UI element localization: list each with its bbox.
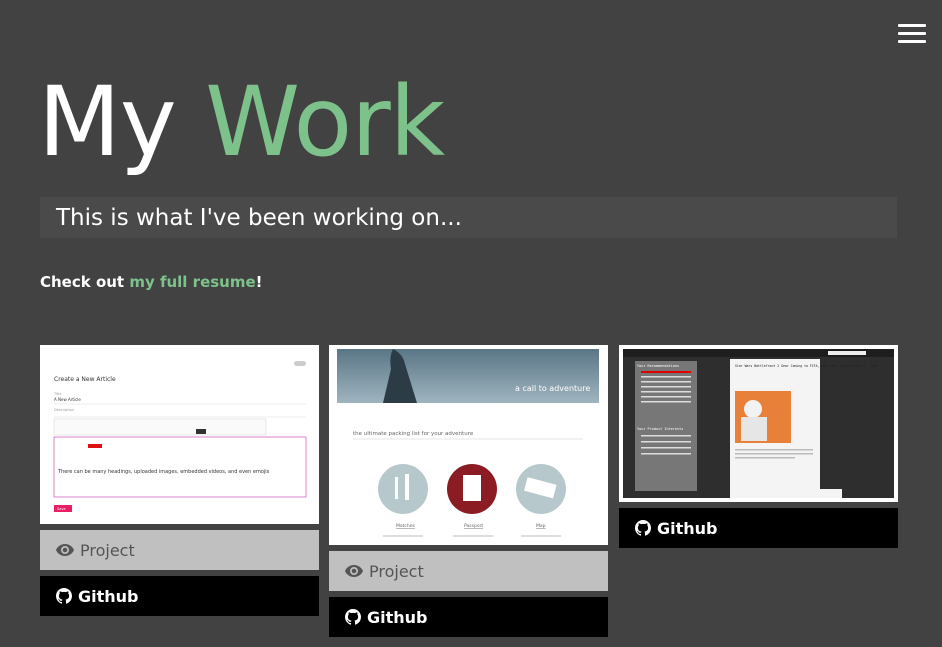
menu-button[interactable] [898,24,926,44]
resume-line: Check out my full resume! [40,273,263,291]
thumb-subheading: the ultimate packing list for your adven… [353,431,474,437]
thumb-item-2: Passport [464,523,483,529]
resume-prefix: Check out [40,273,130,291]
project-card-2: a call to adventure the ultimate packing… [329,345,608,637]
project-thumbnail-3[interactable]: Your Recommendations Your Product Intere… [619,345,898,502]
thumb-save: Save [57,507,66,511]
thumb-sidebar-title-1: Your Recommendations [637,364,679,368]
project-card-3: Your Recommendations Your Product Intere… [619,345,898,548]
project-thumbnail-1[interactable]: Create a New Article Title A New Article… [40,345,319,524]
eye-icon [56,544,74,556]
resume-link[interactable]: my full resume [129,273,255,291]
thumb-item-1: Matches [396,523,415,529]
github-icon [345,609,361,625]
github-icon [56,588,72,604]
hamburger-icon [898,24,926,43]
thumb-title-value: A New Article [54,397,81,402]
subtitle-bar: This is what I've been working on... [40,197,897,238]
github-label-3: Github [657,518,718,538]
github-button-1[interactable]: Github [40,576,319,616]
thumb-headline: Star Wars Battlefront 2 Gear Coming to F… [735,364,877,368]
thumb-editor-body: There can be many headings, uploaded ima… [57,469,270,475]
subtitle-text: This is what I've been working on... [56,204,462,231]
thumb-sidebar-title-2: Your Product Interests [637,427,683,431]
resume-suffix: ! [255,273,263,291]
project-card-1: Create a New Article Title A New Article… [40,345,319,616]
project-thumbnail-2[interactable]: a call to adventure the ultimate packing… [329,345,608,545]
title-part-1: My [38,66,177,178]
project-label-1: Project [80,540,135,560]
github-button-2[interactable]: Github [329,597,608,637]
eye-icon [345,565,363,577]
article-editor-screenshot: Create a New Article Title A New Article… [44,349,315,520]
title-part-2: Work [205,66,445,178]
github-label-2: Github [367,607,428,627]
thumb-heading: Create a New Article [54,376,116,383]
github-label-1: Github [78,586,139,606]
project-button-1[interactable]: Project [40,530,319,570]
github-button-3[interactable]: Github [619,508,898,548]
packing-list-screenshot: a call to adventure the ultimate packing… [333,349,604,541]
project-button-2[interactable]: Project [329,551,608,591]
project-label-2: Project [369,561,424,581]
github-icon [635,520,651,536]
thumb-description-label: Description [54,408,74,412]
thumb-hero-text: a call to adventure [515,384,590,393]
news-site-screenshot: Your Recommendations Your Product Intere… [623,349,894,498]
thumb-title-label: Title [53,392,62,396]
page-title: My Work [38,69,445,176]
thumb-item-3: Map [536,523,546,529]
